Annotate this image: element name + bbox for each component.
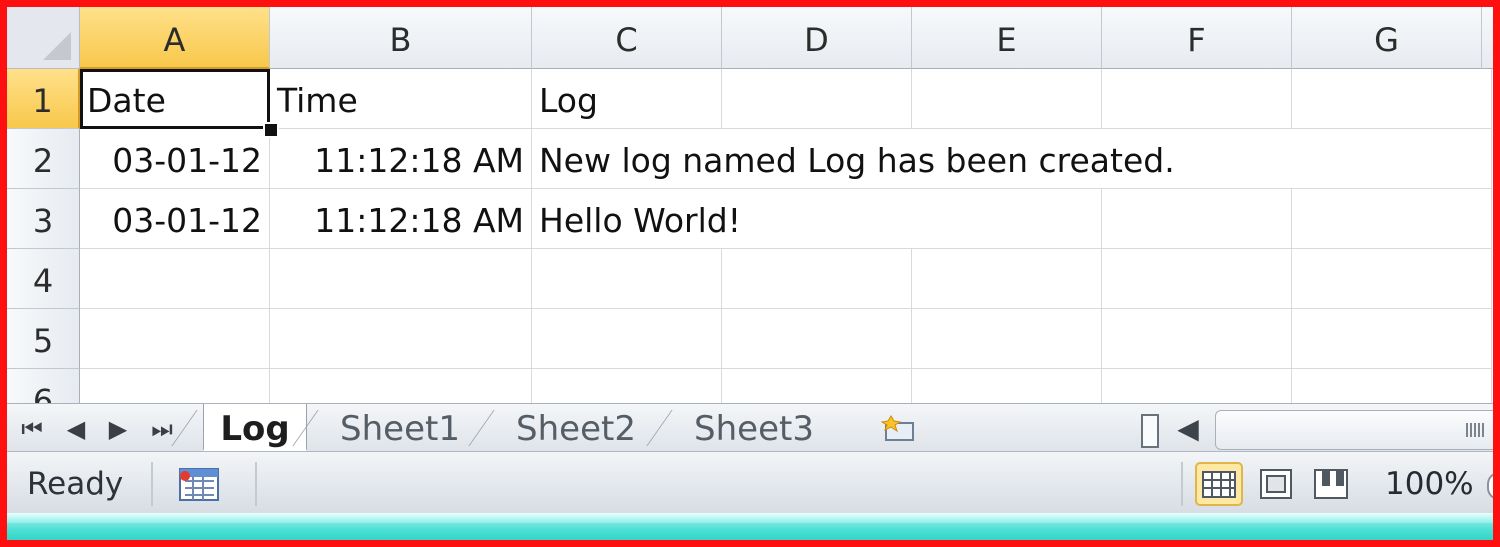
cell-e3[interactable] [912, 189, 1102, 249]
row-header-1[interactable]: 1 [7, 69, 80, 129]
zoom-level[interactable]: 100% [1385, 465, 1474, 503]
cell-b4[interactable] [270, 249, 532, 309]
cell-d5[interactable] [722, 309, 912, 369]
sheet-tab-bar: ⏮ ◀ ▶ ⏭ Log Sheet1 Sheet2 Sheet3 ◀ [7, 403, 1493, 451]
cell-a4[interactable] [80, 249, 270, 309]
worksheet-grid[interactable]: A B C D E F G 1 2 3 4 5 6 Date Time Log … [7, 7, 1493, 403]
last-sheet-icon[interactable]: ⏭ [145, 414, 179, 444]
first-sheet-icon[interactable]: ⏮ [15, 414, 49, 444]
cell-g4[interactable] [1292, 249, 1492, 309]
tab-sheet2[interactable]: Sheet2 [501, 404, 651, 449]
normal-view-icon[interactable] [1195, 462, 1243, 506]
row-header-6[interactable]: 6 [7, 369, 80, 403]
fill-handle[interactable] [263, 122, 279, 138]
cell-f6[interactable] [1102, 369, 1292, 403]
macro-recording-icon[interactable] [175, 466, 223, 504]
select-all-button[interactable] [7, 7, 80, 69]
status-divider [151, 462, 153, 506]
tab-sheet1[interactable]: Sheet1 [325, 404, 475, 449]
cell-b2[interactable]: 11:12:18 AM [270, 129, 532, 189]
row-header-4[interactable]: 4 [7, 249, 80, 309]
cell-c4[interactable] [532, 249, 722, 309]
status-mode: Ready [27, 466, 124, 502]
row-header-3[interactable]: 3 [7, 189, 80, 249]
cell-a5[interactable] [80, 309, 270, 369]
spreadsheet-window: A B C D E F G 1 2 3 4 5 6 Date Time Log … [0, 0, 1500, 547]
cell-d4[interactable] [722, 249, 912, 309]
zoom-slider[interactable] [1487, 472, 1493, 500]
cell-c6[interactable] [532, 369, 722, 403]
page-layout-view-icon[interactable] [1253, 462, 1301, 506]
column-header-h-partial[interactable] [1482, 7, 1493, 69]
scrollbar-grip-icon[interactable] [1466, 423, 1484, 437]
cell-b1[interactable]: Time [270, 69, 532, 129]
scroll-left-icon[interactable]: ◀ [1171, 411, 1205, 447]
cell-f3[interactable] [1102, 189, 1292, 249]
cell-a3[interactable]: 03-01-12 [80, 189, 270, 249]
cell-e4[interactable] [912, 249, 1102, 309]
row-header-2[interactable]: 2 [7, 129, 80, 189]
status-bar: Ready 100% [7, 451, 1493, 513]
cell-g3[interactable] [1292, 189, 1492, 249]
cell-a2[interactable]: 03-01-12 [80, 129, 270, 189]
taskbar-strip [7, 513, 1493, 540]
tab-split-handle[interactable] [1141, 414, 1159, 448]
cell-g6[interactable] [1292, 369, 1492, 403]
cell-b3[interactable]: 11:12:18 AM [270, 189, 532, 249]
cell-f4[interactable] [1102, 249, 1292, 309]
cell-c3[interactable]: Hello World! [532, 189, 912, 249]
column-header-f[interactable]: F [1102, 7, 1292, 69]
cell-c2[interactable]: New log named Log has been created. [532, 129, 1292, 189]
cell-d1[interactable] [722, 69, 912, 129]
cell-b5[interactable] [270, 309, 532, 369]
column-header-g[interactable]: G [1292, 7, 1482, 69]
cell-g1[interactable] [1292, 69, 1492, 129]
cell-c1[interactable]: Log [532, 69, 722, 129]
column-header-a[interactable]: A [80, 7, 270, 69]
insert-worksheet-icon[interactable] [877, 410, 919, 444]
cell-b6[interactable] [270, 369, 532, 403]
cell-f5[interactable] [1102, 309, 1292, 369]
cell-g5[interactable] [1292, 309, 1492, 369]
row-header-5[interactable]: 5 [7, 309, 80, 369]
status-divider-3 [1181, 462, 1183, 506]
cell-e1[interactable] [912, 69, 1102, 129]
cell-f1[interactable] [1102, 69, 1292, 129]
cell-e6[interactable] [912, 369, 1102, 403]
column-header-b[interactable]: B [270, 7, 532, 69]
cell-c5[interactable] [532, 309, 722, 369]
horizontal-scrollbar[interactable] [1215, 410, 1493, 450]
column-header-e[interactable]: E [912, 7, 1102, 69]
cell-e5[interactable] [912, 309, 1102, 369]
tab-log[interactable]: Log [203, 404, 307, 451]
cell-g2[interactable] [1292, 129, 1492, 189]
column-header-c[interactable]: C [532, 7, 722, 69]
cell-d6[interactable] [722, 369, 912, 403]
page-break-preview-icon[interactable] [1307, 462, 1355, 506]
cell-a1[interactable]: Date [80, 69, 270, 129]
next-sheet-icon[interactable]: ▶ [101, 414, 135, 444]
status-divider-2 [255, 462, 257, 506]
previous-sheet-icon[interactable]: ◀ [59, 414, 93, 444]
tab-sheet3[interactable]: Sheet3 [679, 404, 829, 449]
cell-a6[interactable] [80, 369, 270, 403]
column-header-d[interactable]: D [722, 7, 912, 69]
